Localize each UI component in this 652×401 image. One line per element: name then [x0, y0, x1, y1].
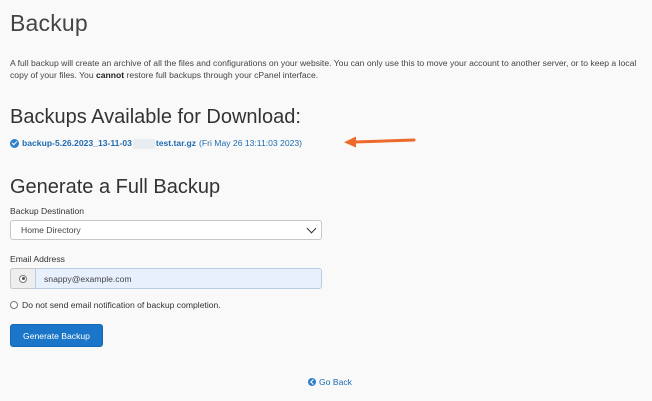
chevron-down-icon — [306, 223, 317, 234]
go-back-label: Go Back — [319, 377, 352, 387]
generate-heading: Generate a Full Backup — [10, 176, 221, 198]
intro-text: A full backup will create an archive of … — [10, 57, 650, 81]
no-email-option[interactable]: Do not send email notification of backup… — [10, 300, 221, 310]
backup-file-date: (Fri May 26 13:11:03 2023) — [199, 138, 303, 149]
email-radio-addon[interactable] — [10, 268, 35, 289]
page-title: Backup — [10, 10, 88, 36]
no-email-label: Do not send email notification of backup… — [22, 300, 221, 310]
available-heading: Backups Available for Download: — [10, 106, 301, 128]
backup-download-item: backup-5.26.2023_13-11-03 test.tar.gz (Fr… — [10, 138, 302, 149]
arrow-left-icon — [344, 136, 416, 148]
email-field[interactable] — [35, 268, 322, 289]
generate-backup-button[interactable]: Generate Backup — [10, 324, 103, 347]
redacted-block — [132, 138, 155, 149]
no-email-radio-icon[interactable] — [10, 301, 18, 309]
email-label: Email Address — [10, 254, 65, 264]
back-circle-icon — [308, 378, 316, 386]
destination-select[interactable]: Home Directory — [10, 220, 322, 240]
email-radio-icon[interactable] — [19, 274, 27, 283]
intro-text-part2: restore full backups through your cPanel… — [124, 70, 319, 80]
destination-value: Home Directory — [21, 225, 81, 235]
backup-file-suffix: test.tar.gz — [155, 138, 197, 148]
backup-file-prefix: backup-5.26.2023_13-11-03 — [22, 138, 132, 148]
go-back-link[interactable]: Go Back — [308, 377, 352, 387]
backup-download-link[interactable]: backup-5.26.2023_13-11-03 test.tar.gz — [22, 138, 196, 149]
destination-label: Backup Destination — [10, 206, 85, 216]
email-input-group — [10, 268, 322, 289]
check-circle-icon — [10, 138, 19, 148]
intro-text-bold: cannot — [96, 70, 125, 80]
